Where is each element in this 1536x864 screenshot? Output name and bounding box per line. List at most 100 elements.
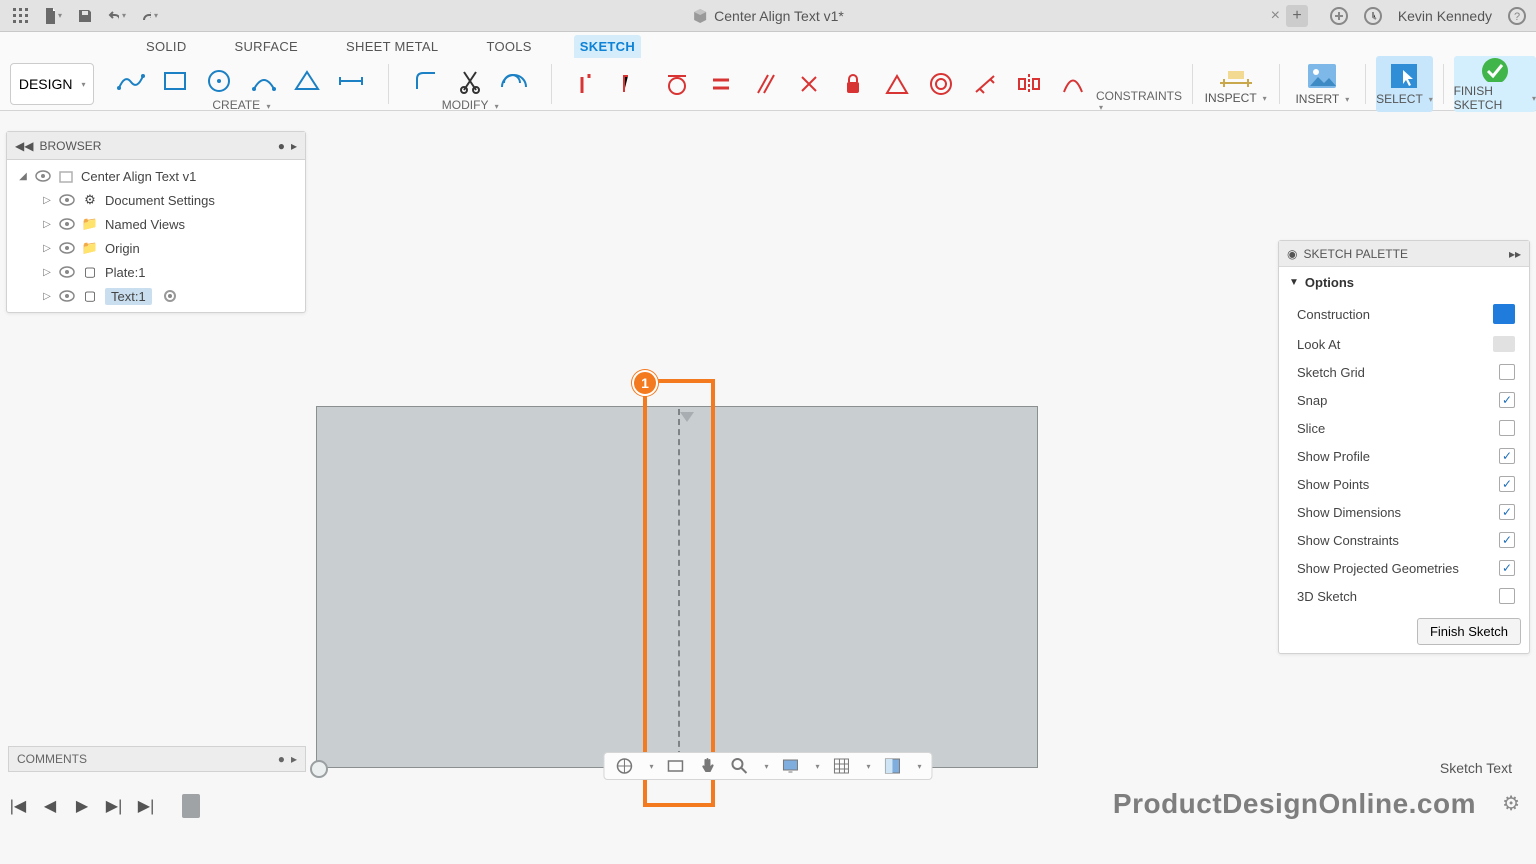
option-show-dimensions[interactable]: Show Dimensions: [1279, 498, 1529, 526]
checkbox[interactable]: [1499, 504, 1515, 520]
grid-settings-icon[interactable]: [832, 756, 852, 776]
construction-center-line[interactable]: [678, 409, 680, 767]
symmetry-constraint-icon[interactable]: [1012, 69, 1046, 99]
zoom-icon[interactable]: [729, 756, 749, 776]
help-icon[interactable]: ?: [1508, 7, 1526, 25]
option-look-at[interactable]: Look At: [1279, 330, 1529, 358]
collinear-constraint-icon[interactable]: [968, 69, 1002, 99]
workspace-switcher[interactable]: DESIGN▾: [10, 63, 94, 105]
constraints-label: CONSTRAINTS ▾: [1096, 56, 1182, 112]
palette-title: SKETCH PALETTE: [1303, 247, 1407, 261]
tab-surface[interactable]: SURFACE: [229, 35, 305, 58]
option-show-profile[interactable]: Show Profile: [1279, 442, 1529, 470]
active-tool-label: Sketch Text: [1440, 760, 1512, 776]
inspect-menu[interactable]: INSPECT ▾: [1203, 63, 1269, 105]
arc-tool-icon[interactable]: [246, 66, 280, 96]
redo-icon[interactable]: ▾: [140, 7, 158, 25]
horizontal-constraint-icon[interactable]: [572, 69, 606, 99]
apps-icon[interactable]: [12, 7, 30, 25]
curvature-constraint-icon[interactable]: [1056, 69, 1090, 99]
finish-sketch-palette-button[interactable]: Finish Sketch: [1417, 618, 1521, 645]
midpoint-constraint-icon[interactable]: [880, 69, 914, 99]
user-name[interactable]: Kevin Kennedy: [1398, 8, 1492, 24]
ribbon-tabs: SOLID SURFACE SHEET METAL TOOLS SKETCH: [0, 32, 1536, 58]
save-icon[interactable]: [76, 7, 94, 25]
timeline-start-icon[interactable]: |◀: [8, 796, 28, 816]
insert-menu[interactable]: INSERT ▾: [1289, 62, 1355, 106]
vertical-constraint-icon[interactable]: [616, 69, 650, 99]
comments-panel-header[interactable]: COMMENTS ●▸: [8, 746, 306, 772]
checkbox[interactable]: [1499, 392, 1515, 408]
checkbox[interactable]: [1499, 560, 1515, 576]
option-snap[interactable]: Snap: [1279, 386, 1529, 414]
checkbox[interactable]: [1499, 420, 1515, 436]
option-show-constraints[interactable]: Show Constraints: [1279, 526, 1529, 554]
sketch-plate[interactable]: [316, 406, 1038, 768]
close-tab-icon[interactable]: ×: [1271, 7, 1280, 25]
orbit-icon[interactable]: [614, 756, 634, 776]
slot-tool-icon[interactable]: [334, 66, 368, 96]
circle-tool-icon[interactable]: [202, 66, 236, 96]
option-slice[interactable]: Slice: [1279, 414, 1529, 442]
extensions-icon[interactable]: [1330, 7, 1348, 25]
look-at-icon[interactable]: [1493, 336, 1515, 352]
palette-expand-icon[interactable]: ▸▸: [1509, 247, 1521, 261]
options-header[interactable]: ▼Options: [1279, 267, 1529, 298]
select-cursor-icon: [1389, 62, 1419, 90]
viewport-settings-icon[interactable]: [883, 756, 903, 776]
equal-constraint-icon[interactable]: [704, 69, 738, 99]
offset-tool-icon[interactable]: [497, 66, 531, 96]
option-show-projected-geometries[interactable]: Show Projected Geometries: [1279, 554, 1529, 582]
tab-tools[interactable]: TOOLS: [480, 35, 537, 58]
title-bar: ▾ ▾ ▾ Center Align Text v1* × + Kevin Ke…: [0, 0, 1536, 32]
fillet-tool-icon[interactable]: [409, 66, 443, 96]
file-icon[interactable]: ▾: [44, 7, 62, 25]
parallel-constraint-icon[interactable]: [748, 69, 782, 99]
concentric-constraint-icon[interactable]: [924, 69, 958, 99]
option-sketch-grid[interactable]: Sketch Grid: [1279, 358, 1529, 386]
ribbon: SOLID SURFACE SHEET METAL TOOLS SKETCH DESIG…: [0, 32, 1536, 111]
timeline-end-icon[interactable]: ▶|: [136, 796, 156, 816]
sketch-origin-icon[interactable]: [310, 760, 328, 778]
settings-gear-icon[interactable]: ⚙: [1502, 791, 1520, 816]
timeline-play-icon[interactable]: ▶: [72, 796, 92, 816]
fix-constraint-icon[interactable]: [836, 69, 870, 99]
display-settings-icon[interactable]: [780, 756, 800, 776]
constraints-group-icons: [562, 69, 1100, 99]
line-tool-icon[interactable]: [114, 66, 148, 96]
tangent-constraint-icon[interactable]: [660, 69, 694, 99]
palette-bullet-icon: ◉: [1287, 247, 1297, 261]
svg-text:?: ?: [1514, 11, 1520, 23]
timeline-prev-icon[interactable]: ◀: [40, 796, 60, 816]
tab-sheet-metal[interactable]: SHEET METAL: [340, 35, 444, 58]
checkbox[interactable]: [1499, 476, 1515, 492]
construction-toggle-icon[interactable]: [1493, 304, 1515, 324]
pan-icon[interactable]: [697, 756, 717, 776]
new-tab-button[interactable]: +: [1286, 5, 1308, 27]
option-construction[interactable]: Construction: [1279, 298, 1529, 330]
checkbox[interactable]: [1499, 448, 1515, 464]
perpendicular-constraint-icon[interactable]: [792, 69, 826, 99]
finish-sketch-button[interactable]: FINISH SKETCH ▾: [1454, 56, 1536, 112]
checkbox[interactable]: [1499, 588, 1515, 604]
look-at-icon[interactable]: [665, 756, 685, 776]
checkbox[interactable]: [1499, 532, 1515, 548]
tab-sketch[interactable]: SKETCH: [574, 35, 641, 58]
trim-tool-icon[interactable]: [453, 66, 487, 96]
comments-dot-icon[interactable]: ●: [278, 752, 285, 766]
undo-icon[interactable]: ▾: [108, 7, 126, 25]
tab-solid[interactable]: SOLID: [140, 35, 193, 58]
sketch-palette: ◉ SKETCH PALETTE ▸▸ ▼Options Construction…: [1278, 240, 1530, 654]
rectangle-tool-icon[interactable]: [158, 66, 192, 96]
job-status-icon[interactable]: [1364, 7, 1382, 25]
timeline-next-icon[interactable]: ▶|: [104, 796, 124, 816]
polygon-tool-icon[interactable]: [290, 66, 324, 96]
option-show-points[interactable]: Show Points: [1279, 470, 1529, 498]
timeline-feature-icon[interactable]: [182, 794, 200, 818]
select-menu[interactable]: SELECT ▾: [1376, 56, 1433, 112]
inspect-icon: [1218, 63, 1254, 89]
insert-image-icon: [1306, 62, 1338, 90]
checkbox[interactable]: [1499, 364, 1515, 380]
timeline-controls: |◀ ◀ ▶ ▶| ▶|: [8, 794, 200, 818]
option-3d-sketch[interactable]: 3D Sketch: [1279, 582, 1529, 610]
